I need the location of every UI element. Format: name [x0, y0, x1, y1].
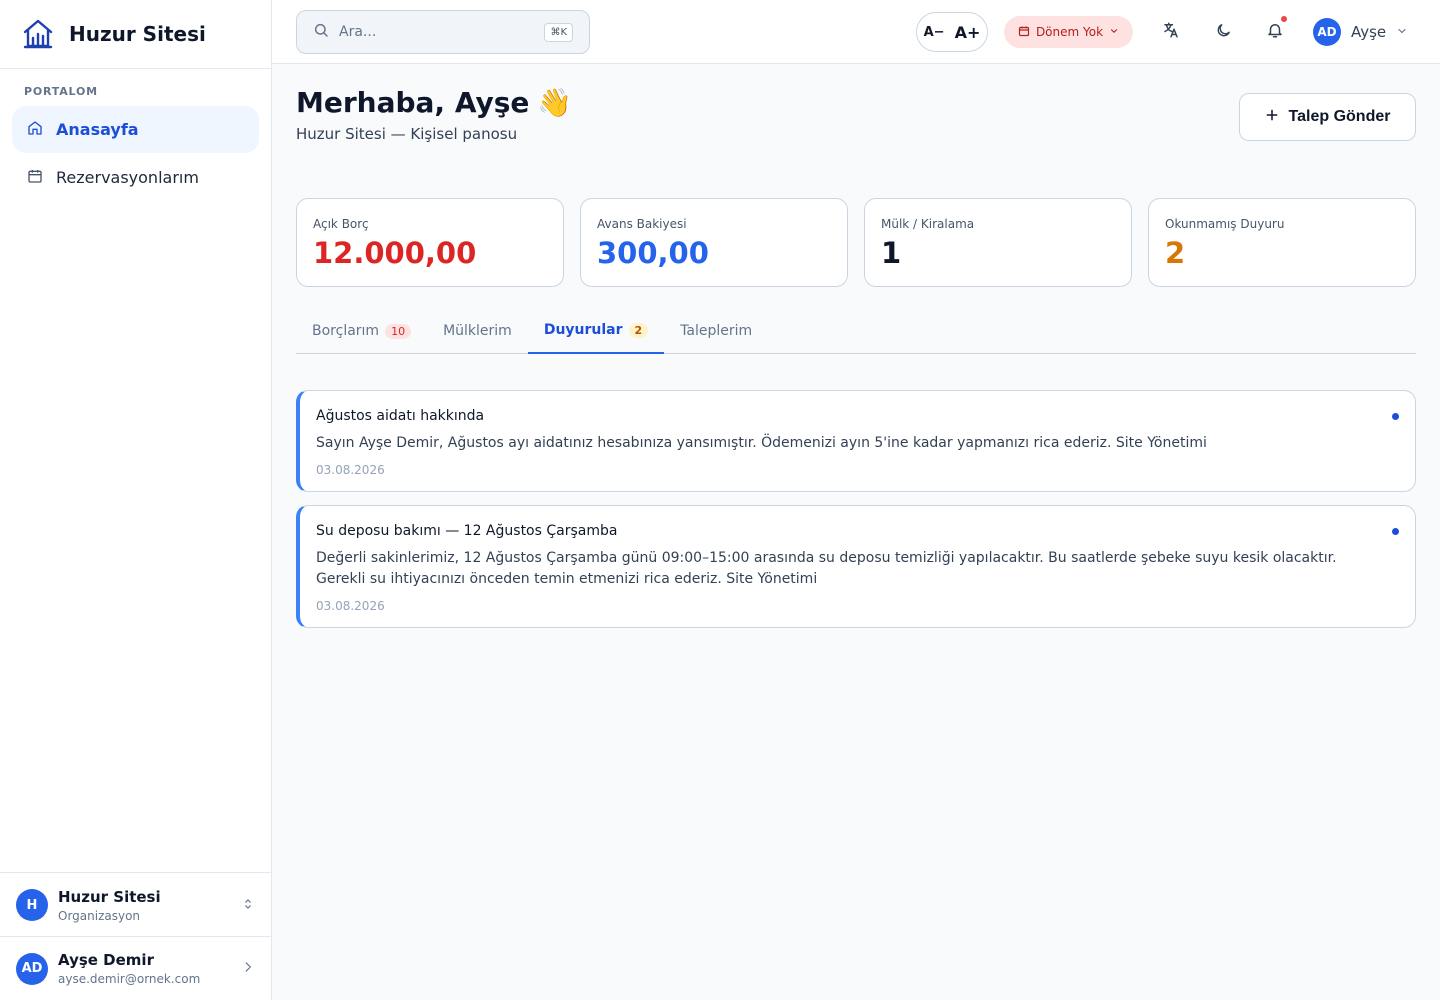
chevron-up-down-icon [241, 896, 255, 915]
tab-mulklerim[interactable]: Mülklerim [427, 314, 528, 354]
announcement-date: 03.08.2026 [316, 599, 385, 613]
chevron-down-icon [1109, 25, 1119, 39]
sidebar-item-anasayfa[interactable]: Anasayfa [12, 106, 259, 153]
send-request-label: Talep Gönder [1288, 108, 1391, 125]
period-label: Dönem Yok [1035, 25, 1104, 39]
stat-value: 2 [1165, 236, 1186, 270]
announcement-date: 03.08.2026 [316, 463, 385, 477]
search-input[interactable] [339, 24, 535, 40]
greeting-text: Merhaba, Ayşe [296, 86, 530, 119]
tab-label: Borçlarım [312, 323, 380, 339]
stat-label: Avans Bakiyesi [597, 217, 687, 231]
tab-taleplerim[interactable]: Taleplerim [664, 314, 768, 354]
language-button[interactable] [1159, 20, 1183, 44]
sidebar: Huzur Sitesi PORTALOM Anasayfa Rezervasy… [0, 0, 272, 1000]
stat-value: 1 [881, 236, 902, 270]
sidebar-item-rezervasyonlarim[interactable]: Rezervasyonlarım [12, 154, 259, 201]
tab-label: Duyurular [543, 322, 623, 338]
notification-dot [1281, 16, 1287, 22]
sidebar-item-label: Rezervasyonlarım [56, 168, 199, 187]
announcement-title: Ağustos aidatı hakkında [316, 408, 485, 424]
tab-bar: Borçlarım 10 Mülklerim Duyurular 2 Talep… [296, 314, 1416, 354]
nav-section-title: PORTALOM [24, 85, 98, 98]
page-subtitle: Huzur Sitesi — Kişisel panosu [296, 125, 518, 143]
avatar: AD [16, 952, 48, 985]
announcement-body: Sayın Ayşe Demir, Ağustos ayı aidatınız … [316, 435, 1207, 451]
count-badge: 10 [385, 324, 412, 339]
theme-toggle-button[interactable] [1211, 20, 1235, 44]
unread-dot [1392, 528, 1399, 535]
announcement-body: Değerli sakinlerimiz, 12 Ağustos Çarşamb… [316, 550, 1337, 587]
stat-card-unread-announcements: Okunmamış Duyuru 2 [1148, 198, 1416, 287]
font-increase-button[interactable]: A+ [955, 23, 981, 42]
font-decrease-button[interactable]: A− [924, 25, 945, 40]
user-name: Ayşe Demir [58, 951, 154, 969]
chevron-down-icon [1396, 23, 1408, 41]
stats-row: Açık Borç 12.000,00 Avans Bakiyesi 300,0… [296, 198, 1416, 287]
calendar-icon [27, 168, 43, 188]
send-request-button[interactable]: Talep Gönder [1239, 93, 1416, 141]
bell-icon [1266, 21, 1284, 43]
profile-name: Ayşe [1351, 23, 1387, 41]
search-shortcut: ⌘K [544, 22, 573, 42]
announcement-list: Ağustos aidatı hakkında Sayın Ayşe Demir… [296, 390, 1416, 641]
plus-icon [1265, 108, 1279, 127]
chevron-right-icon [241, 959, 255, 978]
tab-duyurular[interactable]: Duyurular 2 [527, 314, 665, 354]
org-role: Organizasyon [58, 908, 141, 923]
brand[interactable]: Huzur Sitesi [0, 0, 271, 69]
search-box[interactable]: ⌘K [296, 10, 590, 54]
announcement-card[interactable]: Ağustos aidatı hakkında Sayın Ayşe Demir… [296, 390, 1416, 492]
page-title: Merhaba, Ayşe 👋 [296, 86, 572, 119]
tab-borclarim[interactable]: Borçlarım 10 [296, 314, 427, 354]
moon-icon [1215, 22, 1232, 43]
stat-label: Açık Borç [313, 217, 369, 231]
sidebar-item-label: Anasayfa [56, 120, 139, 139]
stat-value: 300,00 [597, 236, 709, 270]
home-icon [27, 120, 43, 140]
font-size-control: A− A+ [916, 12, 988, 52]
brand-name: Huzur Sitesi [69, 22, 206, 46]
stat-label: Okunmamış Duyuru [1165, 217, 1285, 231]
count-badge: 2 [628, 323, 649, 338]
period-selector[interactable]: Dönem Yok [1004, 16, 1133, 48]
search-icon [313, 22, 329, 42]
announcement-title: Su deposu bakımı — 12 Ağustos Çarşamba [316, 523, 618, 539]
stat-card-advance-balance: Avans Bakiyesi 300,00 [580, 198, 848, 287]
translate-icon [1162, 21, 1180, 43]
org-avatar: H [16, 889, 48, 921]
unread-dot [1392, 413, 1399, 420]
avatar: AD [1313, 18, 1341, 46]
tab-label: Mülklerim [443, 323, 512, 339]
notifications-button[interactable] [1263, 16, 1287, 44]
announcement-card[interactable]: Su deposu bakımı — 12 Ağustos Çarşamba D… [296, 505, 1416, 628]
building-chart-icon [22, 18, 54, 50]
organization-switcher[interactable]: H Huzur Sitesi Organizasyon [0, 872, 271, 937]
org-name: Huzur Sitesi [58, 887, 161, 906]
user-email: ayse.demir@ornek.com [58, 972, 201, 986]
profile-menu[interactable]: AD Ayşe [1313, 18, 1408, 46]
waving-hand-icon: 👋 [537, 86, 573, 119]
topbar: ⌘K A− A+ Dönem Yok AD Ayşe [272, 0, 1440, 64]
stat-card-property-rental: Mülk / Kiralama 1 [864, 198, 1132, 287]
stat-card-open-debt: Açık Borç 12.000,00 [296, 198, 564, 287]
user-menu[interactable]: AD Ayşe Demir ayse.demir@ornek.com [0, 936, 271, 1000]
tab-label: Taleplerim [680, 323, 753, 339]
calendar-icon [1018, 25, 1030, 40]
stat-value: 12.000,00 [313, 236, 477, 270]
stat-label: Mülk / Kiralama [881, 217, 975, 231]
